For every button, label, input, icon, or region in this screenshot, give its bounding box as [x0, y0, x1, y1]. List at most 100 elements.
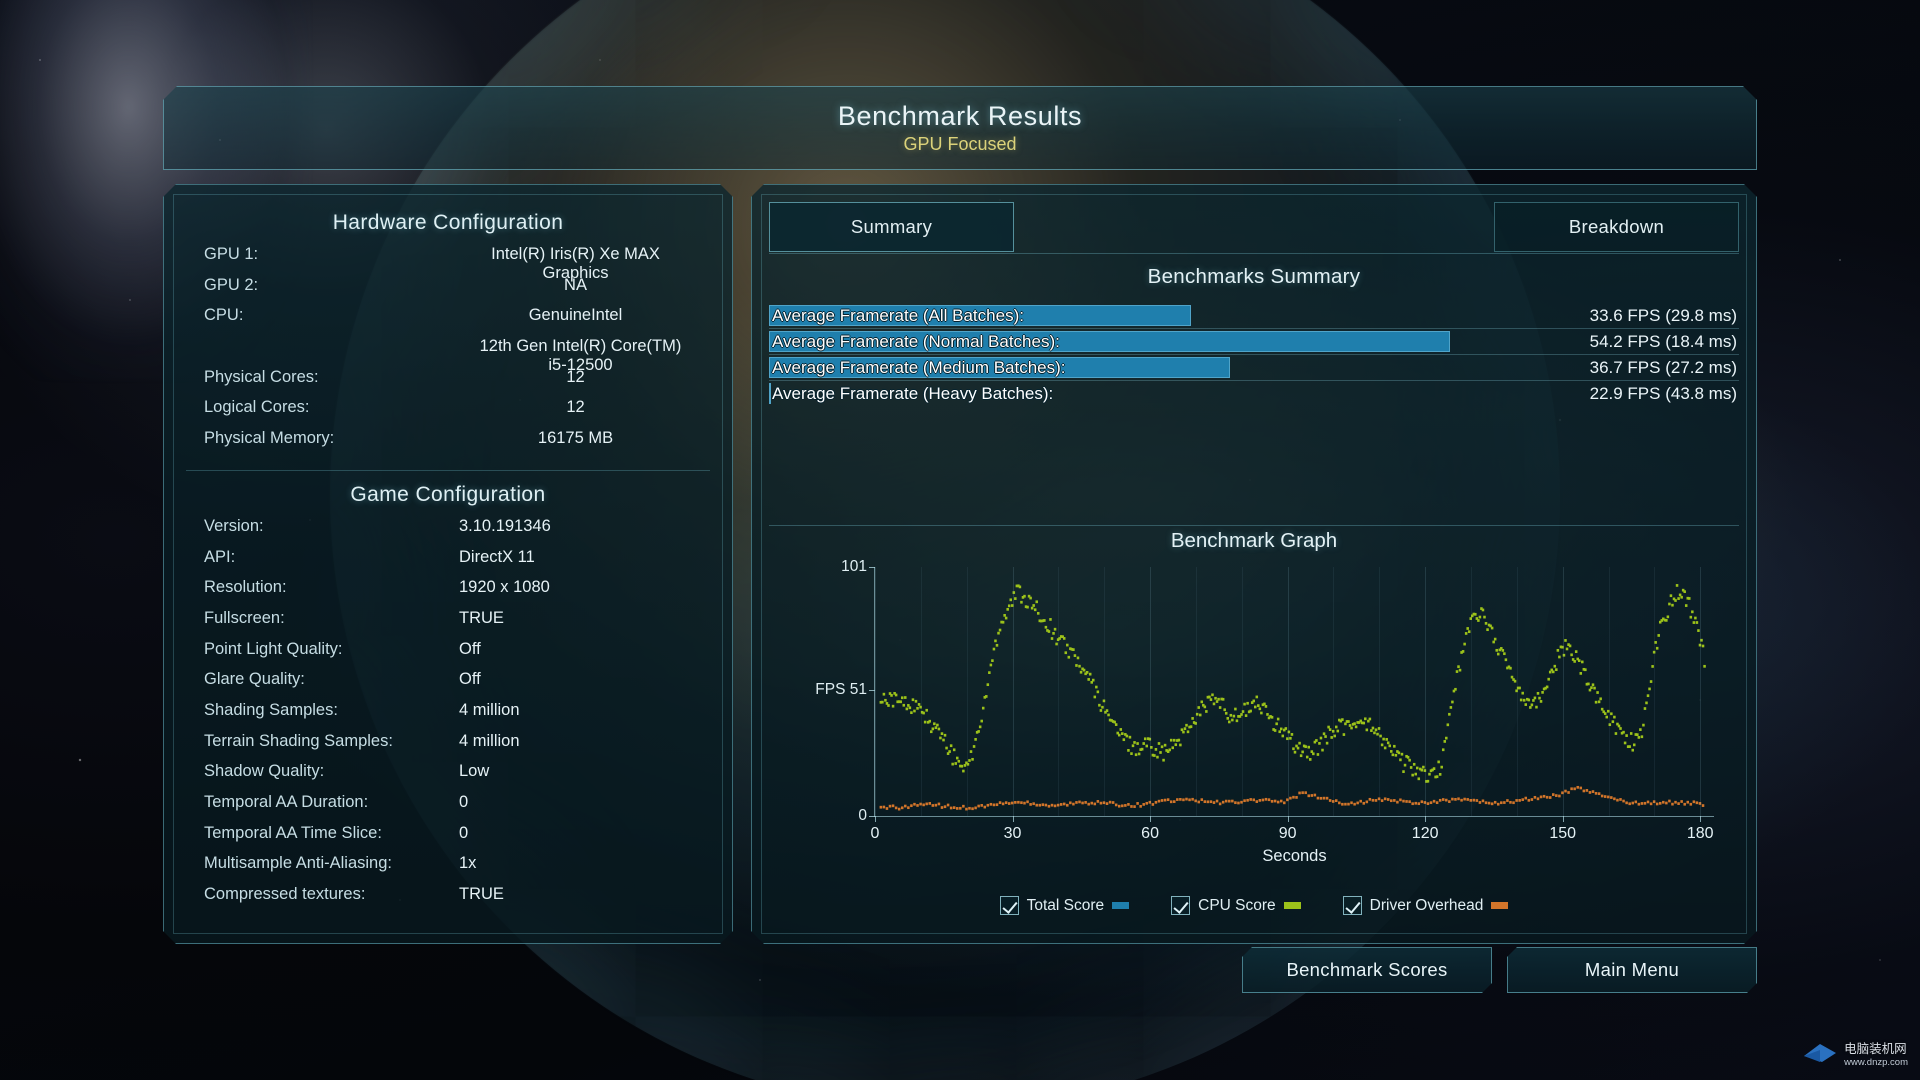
graph-gridline-minor — [1104, 567, 1105, 816]
config-row-value: GenuineIntel — [528, 306, 623, 325]
config-row: Multisample Anti-Aliasing: 1x — [204, 854, 692, 885]
graph-series-driver-overhead — [880, 786, 1705, 811]
config-row: Compressed textures: TRUE — [204, 885, 692, 916]
config-row: Temporal AA Duration: 0 — [204, 793, 692, 824]
x-axis-tick-mark — [1425, 816, 1426, 822]
config-row: Point Light Quality: Off — [204, 640, 692, 671]
config-row-value: 0 — [459, 793, 469, 811]
config-row-value: DirectX 11 — [459, 547, 535, 566]
config-row: Version: 3.10.191346 — [204, 517, 692, 548]
legend-checkbox[interactable] — [1171, 896, 1190, 915]
config-row: GPU 1: Intel(R) Iris(R) Xe MAX Graphics — [204, 245, 692, 276]
game-config-list: Version: 3.10.191346 API: DirectX 11 Resolut… — [182, 517, 714, 916]
config-row: CPU: GenuineIntel — [204, 306, 692, 337]
config-row-value: 0 — [459, 823, 469, 842]
summary-row-label: Average Framerate (Heavy Batches): — [772, 383, 1054, 403]
tab-breakdown[interactable]: Breakdown — [1494, 202, 1739, 252]
benchmarks-summary-heading: Benchmarks Summary — [1147, 265, 1361, 288]
watermark: 电脑装机网 www.dnzp.com — [1802, 1036, 1908, 1070]
summary-row-label: Average Framerate (All Batches): — [772, 305, 1024, 325]
legend-color-swatch — [1112, 902, 1129, 909]
tabs-separator — [769, 253, 1739, 254]
watermark-url: www.dnzp.com — [1844, 1057, 1908, 1068]
legend-item[interactable]: Total Score — [1000, 896, 1130, 915]
legend-label: CPU Score — [1198, 896, 1276, 914]
config-row-label: CPU: — [204, 306, 244, 325]
config-row-label: Fullscreen: — [204, 608, 285, 627]
config-row: GPU 2: NA — [204, 276, 692, 307]
config-row-label: Compressed textures: — [204, 885, 366, 904]
config-row-value: 16175 MB — [537, 429, 614, 448]
summary-row: Average Framerate (Normal Batches): 54.2 … — [769, 329, 1739, 354]
tab-summary[interactable]: Summary — [769, 202, 1014, 252]
summary-row-value: 33.6 FPS (29.8 ms) — [1589, 305, 1737, 325]
legend-checkbox[interactable] — [1343, 896, 1362, 915]
benchmark-scores-button[interactable]: Benchmark Scores — [1242, 947, 1492, 993]
legend-label: Driver Overhead — [1369, 896, 1484, 914]
graph-gridline-minor — [1471, 567, 1472, 816]
legend-item[interactable]: Driver Overhead — [1343, 896, 1509, 915]
x-axis-tick-mark — [1013, 816, 1014, 822]
summary-row-label: Average Framerate (Normal Batches): — [772, 331, 1060, 351]
config-row-label: Point Light Quality: — [204, 639, 343, 658]
config-row-label: GPU 2: — [204, 275, 259, 294]
config-row: Logical Cores: 12 — [204, 398, 692, 429]
config-row: 12th Gen Intel(R) Core(TM) i5-12500 — [204, 337, 692, 368]
legend-label: Total Score — [1026, 896, 1105, 914]
summary-row-value: 22.9 FPS (43.8 ms) — [1589, 383, 1737, 403]
summary-row-label: Average Framerate (Medium Batches): — [772, 357, 1066, 377]
config-row: Temporal AA Time Slice: 0 — [204, 824, 692, 855]
config-row: Terrain Shading Samples: 4 million — [204, 732, 692, 763]
config-row-value: NA — [564, 275, 587, 294]
legend-color-swatch — [1284, 902, 1301, 909]
config-row-label: Resolution: — [204, 578, 287, 597]
hardware-config-list: GPU 1: Intel(R) Iris(R) Xe MAX Graphics GP… — [182, 245, 714, 460]
game-config-heading: Game Configuration — [350, 482, 546, 506]
graph-gridline-minor — [921, 567, 922, 816]
x-axis-tick-label: 180 — [1686, 825, 1714, 842]
config-row-label: GPU 1: — [204, 245, 259, 263]
config-row: Shadow Quality: Low — [204, 762, 692, 793]
page-subtitle: GPU Focused — [903, 134, 1017, 154]
config-row-label: Multisample Anti-Aliasing: — [204, 854, 392, 873]
graph-gridline — [1425, 567, 1426, 816]
graph-gridline-minor — [967, 567, 968, 816]
config-row: Shading Samples: 4 million — [204, 701, 692, 732]
config-row-label: Shadow Quality: — [204, 762, 325, 781]
y-axis-tick-label: FPS 51 — [815, 681, 867, 699]
config-row-value: 3.10.191346 — [459, 516, 551, 535]
results-tabs: Summary Breakdown — [769, 202, 1739, 252]
config-row-value: 4 million — [459, 731, 520, 750]
x-axis-tick-label: 30 — [1003, 825, 1022, 842]
config-row-label: Glare Quality: — [204, 670, 305, 689]
x-axis-title: Seconds — [1262, 847, 1327, 865]
graph-legend: Total Score CPU Score Driver Overhead — [769, 896, 1739, 915]
page-title: Benchmark Results — [837, 101, 1083, 131]
graph-gridline-minor — [1242, 567, 1243, 816]
main-menu-button[interactable]: Main Menu — [1507, 947, 1757, 993]
config-row-value: Off — [459, 670, 481, 689]
graph-gridline — [1700, 567, 1701, 816]
config-row: Physical Memory: 16175 MB — [204, 429, 692, 460]
legend-checkbox[interactable] — [1000, 896, 1019, 915]
config-row-label: API: — [204, 547, 236, 566]
config-row-label: Temporal AA Time Slice: — [204, 823, 382, 842]
hardware-config-heading: Hardware Configuration — [332, 211, 564, 234]
legend-item[interactable]: CPU Score — [1171, 896, 1301, 915]
config-row: Glare Quality: Off — [204, 670, 692, 701]
graph-gridline-minor — [1609, 567, 1610, 816]
graph-gridline-minor — [1379, 567, 1380, 816]
configuration-panel: Hardware Configuration GPU 1: Intel(R) Ir… — [163, 184, 733, 944]
config-row: Physical Cores: 12 — [204, 368, 692, 399]
benchmarks-summary-list: Average Framerate (All Batches): 33.6 FPS… — [769, 303, 1739, 406]
benchmark-graph-title: Benchmark Graph — [1170, 529, 1338, 552]
config-row-value: 1920 x 1080 — [459, 578, 550, 597]
graph-gridline — [1013, 567, 1014, 816]
config-row: Fullscreen: TRUE — [204, 609, 692, 640]
summary-row: Average Framerate (Medium Batches): 36.7 … — [769, 355, 1739, 380]
graph-plot-area: Seconds 0 FPS 51 101 0 30 60 90 120 150 180 — [874, 567, 1714, 817]
config-row-label: Version: — [204, 516, 264, 535]
watermark-text: 电脑装机网 — [1844, 1042, 1907, 1056]
graph-gridline-minor — [1517, 567, 1518, 816]
graph-gridline-minor — [1058, 567, 1059, 816]
